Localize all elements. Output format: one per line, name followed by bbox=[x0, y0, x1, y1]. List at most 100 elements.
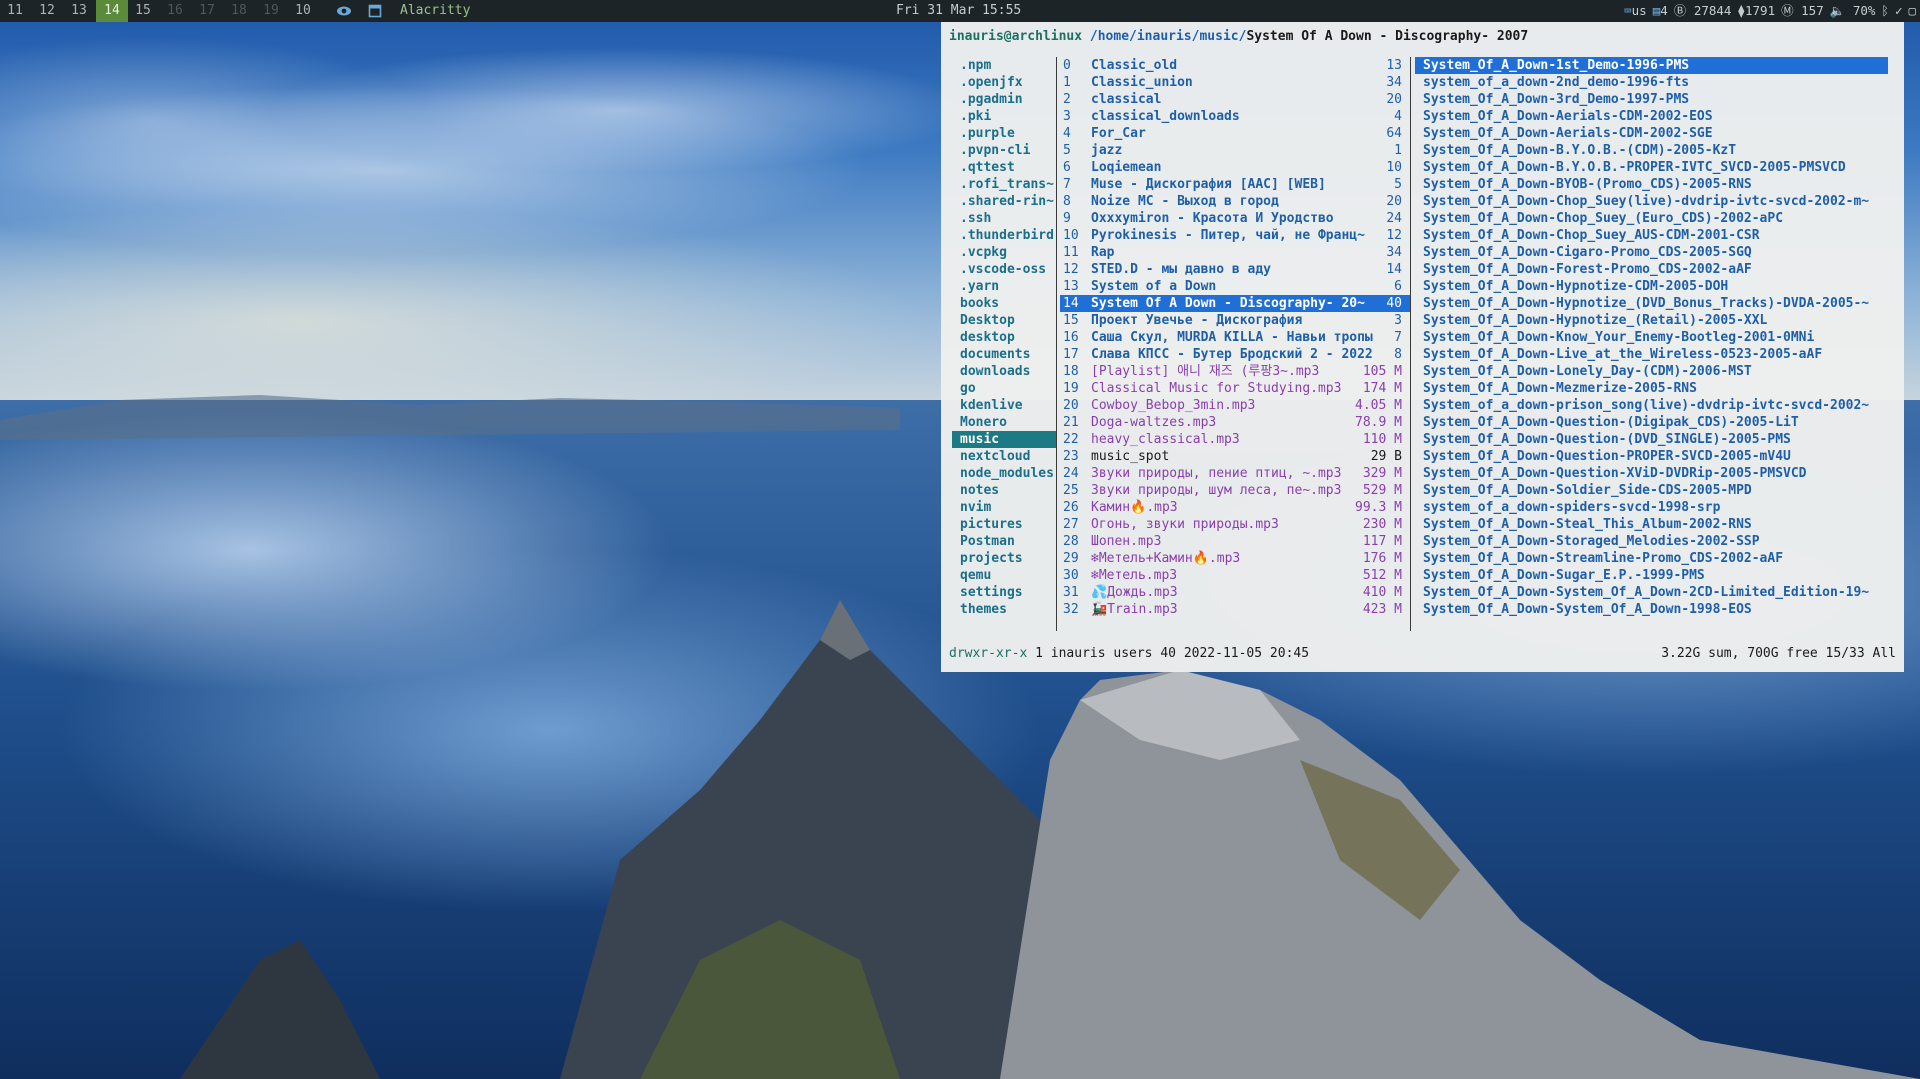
preview-entry[interactable]: System_Of_A_Down-Lonely_Day-(CDM)-2006-M… bbox=[1415, 363, 1888, 380]
directory-entry[interactable]: 3 classical_downloads 4 bbox=[1060, 108, 1410, 125]
preview-entry[interactable]: System_Of_A_Down-Hypnotize_(DVD_Bonus_Tr… bbox=[1415, 295, 1888, 312]
parent-dir-item[interactable]: .rofi_trans~ bbox=[952, 176, 1056, 193]
preview-entry[interactable]: System_Of_A_Down-Aerials-CDM-2002-SGE bbox=[1415, 125, 1888, 142]
directory-entry[interactable]: 14 System Of A Down - Discography- 20~ 40 bbox=[1060, 295, 1410, 312]
preview-entry[interactable]: System_Of_A_Down-Chop_Suey(live)-dvdrip-… bbox=[1415, 193, 1888, 210]
notification-icon[interactable]: ▢ bbox=[1908, 0, 1916, 22]
preview-entry[interactable]: System_Of_A_Down-Know_Your_Enemy-Bootleg… bbox=[1415, 329, 1888, 346]
workspace-16[interactable]: 16 bbox=[160, 0, 190, 22]
volume[interactable]: 🔈 70% bbox=[1830, 0, 1876, 22]
directory-entry[interactable]: 13 System of a Down 6 bbox=[1060, 278, 1410, 295]
preview-entry[interactable]: system_of_a_down-2nd_demo-1996-fts bbox=[1415, 74, 1888, 91]
bluetooth-icon[interactable]: ᛒ bbox=[1881, 0, 1889, 22]
parent-dir-item[interactable]: .thunderbird bbox=[952, 227, 1056, 244]
preview-entry[interactable]: System_Of_A_Down-System_Of_A_Down-2CD-Li… bbox=[1415, 584, 1888, 601]
check-icon[interactable]: ✓ bbox=[1895, 0, 1903, 22]
directory-entry[interactable]: 6 Loqiemean 10 bbox=[1060, 159, 1410, 176]
parent-dir-item[interactable]: documents bbox=[952, 346, 1056, 363]
parent-dir-item[interactable]: qemu bbox=[952, 567, 1056, 584]
preview-entry[interactable]: System_Of_A_Down-Question-XViD-DVDRip-20… bbox=[1415, 465, 1888, 482]
preview-entry[interactable]: System_Of_A_Down-Question-(Digipak_CDS)-… bbox=[1415, 414, 1888, 431]
directory-entry[interactable]: 32 🚂Train.mp3 423 M bbox=[1060, 601, 1410, 618]
parent-dir-item[interactable]: notes bbox=[952, 482, 1056, 499]
workspace-17[interactable]: 17 bbox=[192, 0, 222, 22]
parent-dir-item[interactable]: desktop bbox=[952, 329, 1056, 346]
directory-entry[interactable]: 16 Саша Скул, MURDA KILLA - Навьи тропы 7 bbox=[1060, 329, 1410, 346]
preview-entry[interactable]: System_Of_A_Down-Sugar_E.P.-1999-PMS bbox=[1415, 567, 1888, 584]
preview-entry[interactable]: System_Of_A_Down-Live_at_the_Wireless-05… bbox=[1415, 346, 1888, 363]
preview-entry[interactable]: System_Of_A_Down-Soldier_Side-CDS-2005-M… bbox=[1415, 482, 1888, 499]
parent-dir-item[interactable]: .pgadmin bbox=[952, 91, 1056, 108]
clock[interactable]: Fri 31 Mar 15:55 bbox=[896, 0, 1021, 22]
directory-entry[interactable]: 2 classical 20 bbox=[1060, 91, 1410, 108]
parent-dir-item[interactable]: Monero bbox=[952, 414, 1056, 431]
preview-entry[interactable]: System_Of_A_Down-Hypnotize_(Retail)-2005… bbox=[1415, 312, 1888, 329]
preview-entry[interactable]: system_of_a_down-spiders-svcd-1998-srp bbox=[1415, 499, 1888, 516]
directory-entry[interactable]: 1 Classic_union 34 bbox=[1060, 74, 1410, 91]
eye-icon[interactable] bbox=[336, 0, 352, 22]
preview-entry[interactable]: System_Of_A_Down-Storaged_Melodies-2002-… bbox=[1415, 533, 1888, 550]
parent-dir-item[interactable]: downloads bbox=[952, 363, 1056, 380]
parent-dir-item[interactable]: Postman bbox=[952, 533, 1056, 550]
parent-dir-item[interactable]: .openjfx bbox=[952, 74, 1056, 91]
preview-entry[interactable]: System_Of_A_Down-Aerials-CDM-2002-EOS bbox=[1415, 108, 1888, 125]
keyboard-layout[interactable]: ⌨us bbox=[1624, 0, 1647, 22]
directory-entry[interactable]: 7 Muse - Дискография [AAC] [WEB] 5 bbox=[1060, 176, 1410, 193]
parent-dir-item[interactable]: .ssh bbox=[952, 210, 1056, 227]
directory-entry[interactable]: 30 ❄Метель.mp3 512 M bbox=[1060, 567, 1410, 584]
parent-dir-item[interactable]: Desktop bbox=[952, 312, 1056, 329]
directory-entry[interactable]: 24 Звуки природы, пение птиц, ~.mp3 329 M bbox=[1060, 465, 1410, 482]
directory-entry[interactable]: 12 STED.D - мы давно в аду 14 bbox=[1060, 261, 1410, 278]
preview-entry[interactable]: System_Of_A_Down-Question-PROPER-SVCD-20… bbox=[1415, 448, 1888, 465]
directory-entry[interactable]: 19 Classical Music for Studying.mp3 174 M bbox=[1060, 380, 1410, 397]
directory-entry[interactable]: 26 Камин🔥.mp3 99.3 M bbox=[1060, 499, 1410, 516]
directory-entry[interactable]: 11 Rap 34 bbox=[1060, 244, 1410, 261]
preview-entry[interactable]: System_Of_A_Down-Chop_Suey_AUS-CDM-2001-… bbox=[1415, 227, 1888, 244]
directory-entry[interactable]: 21 Doga-waltzes.mp3 78.9 M bbox=[1060, 414, 1410, 431]
directory-entry[interactable]: 25 Звуки природы, шум леса, пе~.mp3 529 M bbox=[1060, 482, 1410, 499]
directory-entry[interactable]: 9 Oxxxymiron - Красота И Уродство 24 bbox=[1060, 210, 1410, 227]
preview-entry[interactable]: System_Of_A_Down-3rd_Demo-1997-PMS bbox=[1415, 91, 1888, 108]
directory-entry[interactable]: 18 [Playlist] 애니 재즈 (루팡3~.mp3 105 M bbox=[1060, 363, 1410, 380]
preview-entry[interactable]: System_Of_A_Down-B.Y.O.B.-PROPER-IVTC_SV… bbox=[1415, 159, 1888, 176]
directory-entry[interactable]: 0 Classic_old 13 bbox=[1060, 57, 1410, 74]
workspace-11[interactable]: 11 bbox=[0, 0, 30, 22]
workspace-14[interactable]: 14 bbox=[96, 0, 128, 22]
preview-entry[interactable]: System_Of_A_Down-Forest-Promo_CDS-2002-a… bbox=[1415, 261, 1888, 278]
workspace-15[interactable]: 15 bbox=[128, 0, 158, 22]
parent-dir-item[interactable]: settings bbox=[952, 584, 1056, 601]
parent-dir-item[interactable]: .pki bbox=[952, 108, 1056, 125]
parent-dir-item[interactable]: .vcpkg bbox=[952, 244, 1056, 261]
preview-entry[interactable]: System_Of_A_Down-Hypnotize-CDM-2005-DOH bbox=[1415, 278, 1888, 295]
preview-entry[interactable]: System_Of_A_Down-Steal_This_Album-2002-R… bbox=[1415, 516, 1888, 533]
parent-dir-item[interactable]: music bbox=[952, 431, 1056, 448]
directory-entry[interactable]: 5 jazz 1 bbox=[1060, 142, 1410, 159]
directory-entry[interactable]: 31 💦Дождь.mp3 410 M bbox=[1060, 584, 1410, 601]
preview-entry[interactable]: System_Of_A_Down-BYOB-(Promo_CDS)-2005-R… bbox=[1415, 176, 1888, 193]
directory-entry[interactable]: 17 Слава КПСС - Бутер Бродский 2 - 2022 8 bbox=[1060, 346, 1410, 363]
terminal-window[interactable]: inauris@archlinux /home/inauris/music/Sy… bbox=[941, 22, 1904, 672]
parent-dir-item[interactable]: nvim bbox=[952, 499, 1056, 516]
directory-entry[interactable]: 15 Проект Увечье - Дискография 3 bbox=[1060, 312, 1410, 329]
workspace-19[interactable]: 19 bbox=[256, 0, 286, 22]
parent-dir-item[interactable]: .shared-rin~ bbox=[952, 193, 1056, 210]
parent-dir-item[interactable]: go bbox=[952, 380, 1056, 397]
parent-dir-item[interactable]: .yarn bbox=[952, 278, 1056, 295]
parent-dir-item[interactable]: projects bbox=[952, 550, 1056, 567]
preview-entry[interactable]: System_Of_A_Down-Cigaro-Promo_CDS-2005-S… bbox=[1415, 244, 1888, 261]
workspace-10[interactable]: 10 bbox=[288, 0, 318, 22]
parent-dir-item[interactable]: .pvpn-cli bbox=[952, 142, 1056, 159]
parent-dir-item[interactable]: kdenlive bbox=[952, 397, 1056, 414]
preview-entry[interactable]: System_Of_A_Down-B.Y.O.B.-(CDM)-2005-KzT bbox=[1415, 142, 1888, 159]
directory-entry[interactable]: 4 For_Car 64 bbox=[1060, 125, 1410, 142]
preview-entry[interactable]: System_Of_A_Down-Mezmerize-2005-RNS bbox=[1415, 380, 1888, 397]
preview-entry[interactable]: System_Of_A_Down-System_Of_A_Down-1998-E… bbox=[1415, 601, 1888, 618]
preview-entry[interactable]: System_Of_A_Down-Question-(DVD_SINGLE)-2… bbox=[1415, 431, 1888, 448]
directory-entry[interactable]: 23 music_spot 29 B bbox=[1060, 448, 1410, 465]
parent-dir-item[interactable]: themes bbox=[952, 601, 1056, 618]
parent-dir-item[interactable]: pictures bbox=[952, 516, 1056, 533]
directory-entry[interactable]: 22 heavy_classical.mp3 110 M bbox=[1060, 431, 1410, 448]
directory-entry[interactable]: 8 Noize MC - Выход в город 20 bbox=[1060, 193, 1410, 210]
parent-dir-item[interactable]: .qttest bbox=[952, 159, 1056, 176]
workspace-18[interactable]: 18 bbox=[224, 0, 254, 22]
